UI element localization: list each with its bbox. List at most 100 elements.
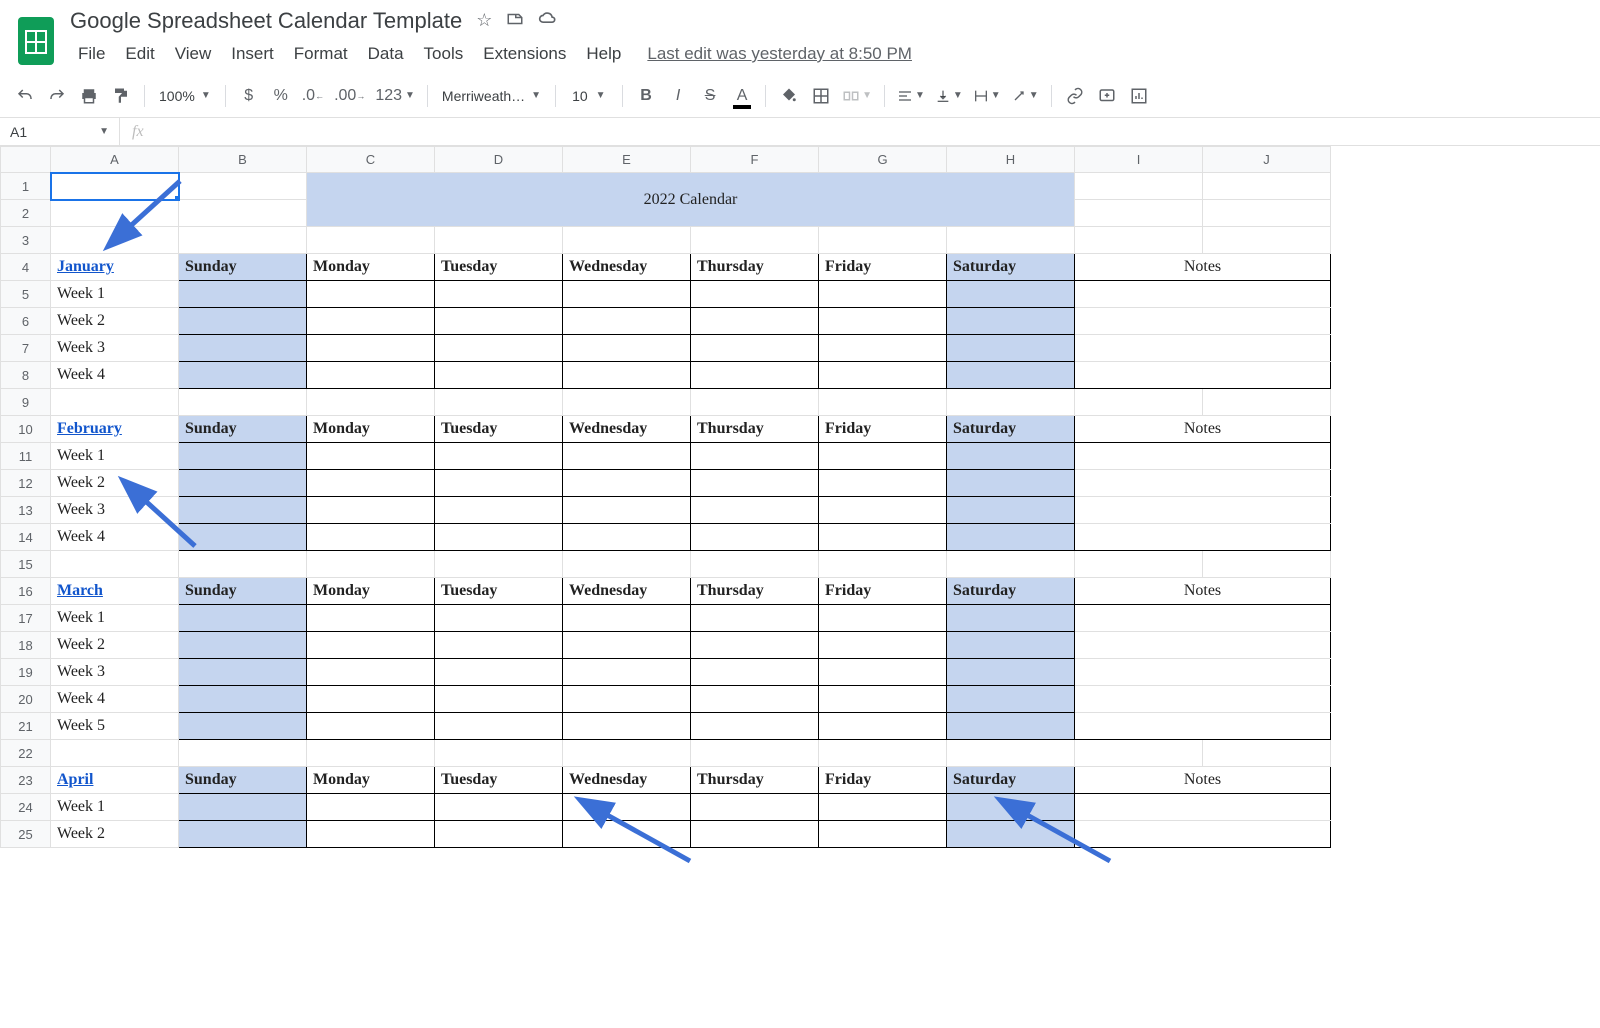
cell-E4[interactable]: Wednesday	[563, 254, 691, 281]
insert-chart-button[interactable]	[1124, 81, 1154, 111]
row-header-18[interactable]: 18	[1, 632, 51, 659]
cell-D14[interactable]	[435, 524, 563, 551]
col-header-E[interactable]: E	[563, 147, 691, 173]
cell-D6[interactable]	[435, 308, 563, 335]
cell-D8[interactable]	[435, 362, 563, 389]
cell-D13[interactable]	[435, 497, 563, 524]
sheets-logo[interactable]	[16, 15, 56, 67]
increase-decimal-button[interactable]: .00→	[330, 81, 369, 111]
cell-G4[interactable]: Friday	[819, 254, 947, 281]
cell-E17[interactable]	[563, 605, 691, 632]
notes-cell[interactable]	[1075, 821, 1331, 848]
col-header-G[interactable]: G	[819, 147, 947, 173]
cell-C7[interactable]	[307, 335, 435, 362]
cell-C16[interactable]: Monday	[307, 578, 435, 605]
row-header-24[interactable]: 24	[1, 794, 51, 821]
cell-D22[interactable]	[435, 740, 563, 767]
cell-D23[interactable]: Tuesday	[435, 767, 563, 794]
cell-C11[interactable]	[307, 443, 435, 470]
cell-E9[interactable]	[563, 389, 691, 416]
col-header-I[interactable]: I	[1075, 147, 1203, 173]
cell-E20[interactable]	[563, 686, 691, 713]
cell-H12[interactable]	[947, 470, 1075, 497]
cell-E18[interactable]	[563, 632, 691, 659]
cell-A14[interactable]: Week 4	[51, 524, 179, 551]
cell-B25[interactable]	[179, 821, 307, 848]
cell-C20[interactable]	[307, 686, 435, 713]
cell-B7[interactable]	[179, 335, 307, 362]
cell-H16[interactable]: Saturday	[947, 578, 1075, 605]
cell-G15[interactable]	[819, 551, 947, 578]
cell-D21[interactable]	[435, 713, 563, 740]
cell-E21[interactable]	[563, 713, 691, 740]
cell-B14[interactable]	[179, 524, 307, 551]
print-button[interactable]	[74, 81, 104, 111]
cell-D25[interactable]	[435, 821, 563, 848]
more-formats-button[interactable]: 123▼	[371, 81, 419, 111]
cell-B13[interactable]	[179, 497, 307, 524]
cell-B12[interactable]	[179, 470, 307, 497]
row-header-6[interactable]: 6	[1, 308, 51, 335]
cell-G13[interactable]	[819, 497, 947, 524]
zoom-select[interactable]: 100%▼	[153, 88, 217, 104]
cell-I1[interactable]	[1075, 173, 1203, 200]
cell-B1[interactable]	[179, 173, 307, 200]
col-header-A[interactable]: A	[51, 147, 179, 173]
cell-B9[interactable]	[179, 389, 307, 416]
cell-A2[interactable]	[51, 200, 179, 227]
cell-E14[interactable]	[563, 524, 691, 551]
cell-C6[interactable]	[307, 308, 435, 335]
cell-F16[interactable]: Thursday	[691, 578, 819, 605]
cell-H25[interactable]	[947, 821, 1075, 848]
cell-C14[interactable]	[307, 524, 435, 551]
italic-button[interactable]: I	[663, 81, 693, 111]
cell-G19[interactable]	[819, 659, 947, 686]
cell-A21[interactable]: Week 5	[51, 713, 179, 740]
cell-A11[interactable]: Week 1	[51, 443, 179, 470]
cell-E11[interactable]	[563, 443, 691, 470]
cell-B4[interactable]: Sunday	[179, 254, 307, 281]
cell-E3[interactable]	[563, 227, 691, 254]
cell-F3[interactable]	[691, 227, 819, 254]
cell-E15[interactable]	[563, 551, 691, 578]
notes-cell[interactable]	[1075, 713, 1331, 740]
cell-F8[interactable]	[691, 362, 819, 389]
cell-J3[interactable]	[1203, 227, 1331, 254]
cell-E19[interactable]	[563, 659, 691, 686]
cell-C5[interactable]	[307, 281, 435, 308]
cell-E23[interactable]: Wednesday	[563, 767, 691, 794]
cell-F19[interactable]	[691, 659, 819, 686]
cell-B15[interactable]	[179, 551, 307, 578]
bold-button[interactable]: B	[631, 81, 661, 111]
cell-G8[interactable]	[819, 362, 947, 389]
row-header-1[interactable]: 1	[1, 173, 51, 200]
notes-cell[interactable]	[1075, 686, 1331, 713]
cell-G22[interactable]	[819, 740, 947, 767]
cell-F10[interactable]: Thursday	[691, 416, 819, 443]
notes-header[interactable]: Notes	[1075, 254, 1331, 281]
cell-B5[interactable]	[179, 281, 307, 308]
row-header-10[interactable]: 10	[1, 416, 51, 443]
cell-C18[interactable]	[307, 632, 435, 659]
cell-G23[interactable]: Friday	[819, 767, 947, 794]
cell-C10[interactable]: Monday	[307, 416, 435, 443]
cell-G9[interactable]	[819, 389, 947, 416]
cell-J9[interactable]	[1203, 389, 1331, 416]
cell-E7[interactable]	[563, 335, 691, 362]
notes-cell[interactable]	[1075, 443, 1331, 470]
cell-C15[interactable]	[307, 551, 435, 578]
row-header-14[interactable]: 14	[1, 524, 51, 551]
row-header-11[interactable]: 11	[1, 443, 51, 470]
document-title[interactable]: Google Spreadsheet Calendar Template	[70, 8, 462, 34]
cell-F25[interactable]	[691, 821, 819, 848]
notes-cell[interactable]	[1075, 497, 1331, 524]
notes-cell[interactable]	[1075, 308, 1331, 335]
cell-B6[interactable]	[179, 308, 307, 335]
cell-A7[interactable]: Week 3	[51, 335, 179, 362]
cell-H20[interactable]	[947, 686, 1075, 713]
row-header-17[interactable]: 17	[1, 605, 51, 632]
cell-G12[interactable]	[819, 470, 947, 497]
cell-D18[interactable]	[435, 632, 563, 659]
cell-A5[interactable]: Week 1	[51, 281, 179, 308]
cell-D17[interactable]	[435, 605, 563, 632]
